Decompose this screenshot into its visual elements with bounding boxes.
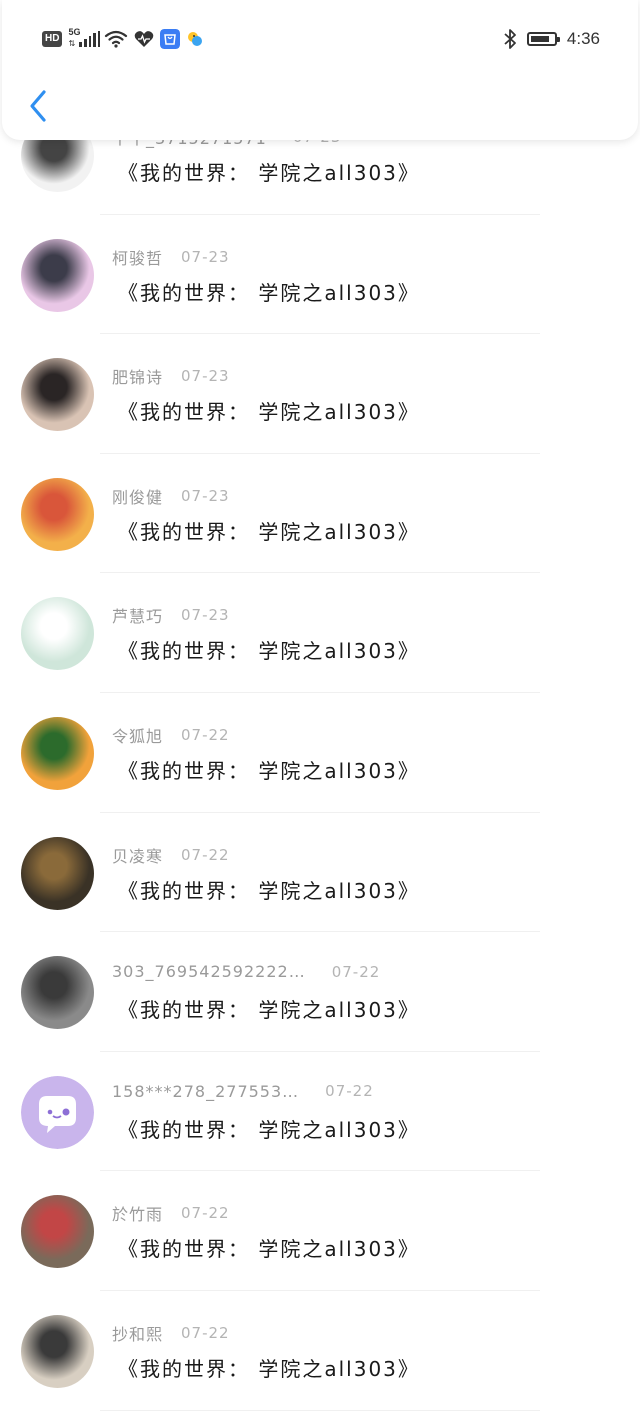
comment-meta: 刚俊健 07-23 xyxy=(112,484,230,508)
list-item[interactable]: 303_769542592222… 07-22 《我的世界： 学院之all303》 xyxy=(0,932,640,1052)
comment-list: 平平_371527157107-23《我的世界： 学院之all303》柯骏哲07… xyxy=(0,95,640,1411)
user-name[interactable]: 贝凌寒 xyxy=(112,843,163,867)
comment-date: 07-22 xyxy=(331,962,381,981)
user-name[interactable]: 於竹雨 xyxy=(112,1201,163,1225)
status-time: 4:36 xyxy=(566,29,600,48)
comment-date: 07-23 xyxy=(181,247,230,266)
avatar[interactable] xyxy=(21,716,94,790)
divider xyxy=(100,1409,540,1411)
avatar[interactable] xyxy=(21,1314,94,1388)
list-item[interactable]: 贝凌寒 07-22 《我的世界： 学院之all303》 xyxy=(0,813,640,933)
avatar[interactable] xyxy=(21,358,94,432)
list-item[interactable]: 抄和熙 07-22 《我的世界： 学院之all303》 xyxy=(0,1291,640,1411)
avatar[interactable] xyxy=(21,836,94,910)
comment-date: 07-22 xyxy=(181,725,230,744)
top-header: HD 5G ⇅ 4:36 xyxy=(2,0,638,140)
comment-date: 07-22 xyxy=(325,1082,374,1101)
user-name[interactable]: 柯骏哲 xyxy=(112,245,163,269)
user-name[interactable]: 芦慧巧 xyxy=(112,603,163,627)
comment-date: 07-23 xyxy=(181,367,230,386)
health-heart-icon xyxy=(135,31,154,47)
back-button[interactable] xyxy=(20,86,56,126)
comment-meta: 芦慧巧 07-23 xyxy=(112,603,230,627)
comment-text: 《我的世界： 学院之all303》 xyxy=(118,280,420,305)
comment-meta: 令狐旭 07-22 xyxy=(112,723,230,747)
app-bird-icon xyxy=(188,32,203,46)
status-bar-right: 4:36 xyxy=(503,26,600,52)
comment-text: 《我的世界： 学院之all303》 xyxy=(118,878,420,903)
list-item[interactable]: 158***278_277553… 07-22 《我的世界： 学院之all303》 xyxy=(0,1052,640,1172)
list-item[interactable]: 芦慧巧 07-23 《我的世界： 学院之all303》 xyxy=(0,573,640,693)
comment-meta: 303_769542592222… 07-22 xyxy=(112,962,380,981)
avatar[interactable] xyxy=(21,1075,94,1149)
comment-date: 07-23 xyxy=(181,606,230,625)
comment-meta: 贝凌寒 07-22 xyxy=(112,843,230,867)
list-item[interactable]: 柯骏哲 07-23 《我的世界： 学院之all303》 xyxy=(0,215,640,335)
comment-date: 07-22 xyxy=(181,1323,230,1342)
comment-text: 《我的世界： 学院之all303》 xyxy=(118,758,420,783)
list-item[interactable]: 於竹雨 07-22 《我的世界： 学院之all303》 xyxy=(0,1171,640,1291)
list-item[interactable]: 肥锦诗 07-23 《我的世界： 学院之all303》 xyxy=(0,334,640,454)
user-name[interactable]: 158***278_277553… xyxy=(112,1082,299,1101)
user-name[interactable]: 令狐旭 xyxy=(112,723,163,747)
comment-meta: 柯骏哲 07-23 xyxy=(112,245,230,269)
app-store-icon xyxy=(160,29,181,49)
comment-text: 《我的世界： 学院之all303》 xyxy=(118,1117,420,1142)
avatar[interactable] xyxy=(21,956,94,1030)
list-item[interactable]: 令狐旭 07-22 《我的世界： 学院之all303》 xyxy=(0,693,640,813)
user-name[interactable]: 肥锦诗 xyxy=(112,364,163,388)
status-bar-left: HD 5G ⇅ xyxy=(42,27,204,50)
comment-date: 07-23 xyxy=(181,486,230,505)
avatar[interactable] xyxy=(21,477,94,551)
comment-text: 《我的世界： 学院之all303》 xyxy=(118,1356,420,1381)
comment-text: 《我的世界： 学院之all303》 xyxy=(118,519,420,544)
comment-date: 07-22 xyxy=(181,1204,230,1223)
bluetooth-icon xyxy=(504,29,516,49)
avatar[interactable] xyxy=(21,597,94,671)
comment-text: 《我的世界： 学院之all303》 xyxy=(118,400,420,425)
comment-meta: 肥锦诗 07-23 xyxy=(112,364,230,388)
list-item[interactable]: 刚俊健 07-23 《我的世界： 学院之all303》 xyxy=(0,454,640,574)
status-bar: HD 5G ⇅ 4:36 xyxy=(2,0,638,78)
user-name[interactable]: 抄和熙 xyxy=(112,1321,163,1345)
user-name[interactable]: 303_769542592222… xyxy=(112,962,306,981)
avatar[interactable] xyxy=(21,238,94,312)
comment-meta: 抄和熙 07-22 xyxy=(112,1321,230,1345)
comment-meta: 於竹雨 07-22 xyxy=(112,1201,230,1225)
comment-text: 《我的世界： 学院之all303》 xyxy=(118,998,420,1023)
avatar[interactable] xyxy=(21,1195,94,1269)
comment-text: 《我的世界： 学院之all303》 xyxy=(118,161,420,185)
hd-badge: HD xyxy=(42,31,63,47)
comment-text: 《我的世界： 学院之all303》 xyxy=(118,1237,420,1262)
wifi-icon xyxy=(105,30,128,48)
comment-text: 《我的世界： 学院之all303》 xyxy=(118,639,420,664)
comment-date: 07-22 xyxy=(181,845,230,864)
battery-icon xyxy=(526,32,560,46)
comment-meta: 158***278_277553… 07-22 xyxy=(112,1082,374,1101)
chevron-left-icon xyxy=(30,90,46,122)
cellular-signal-icon: 5G ⇅ xyxy=(68,27,101,49)
user-name[interactable]: 刚俊健 xyxy=(112,484,163,508)
